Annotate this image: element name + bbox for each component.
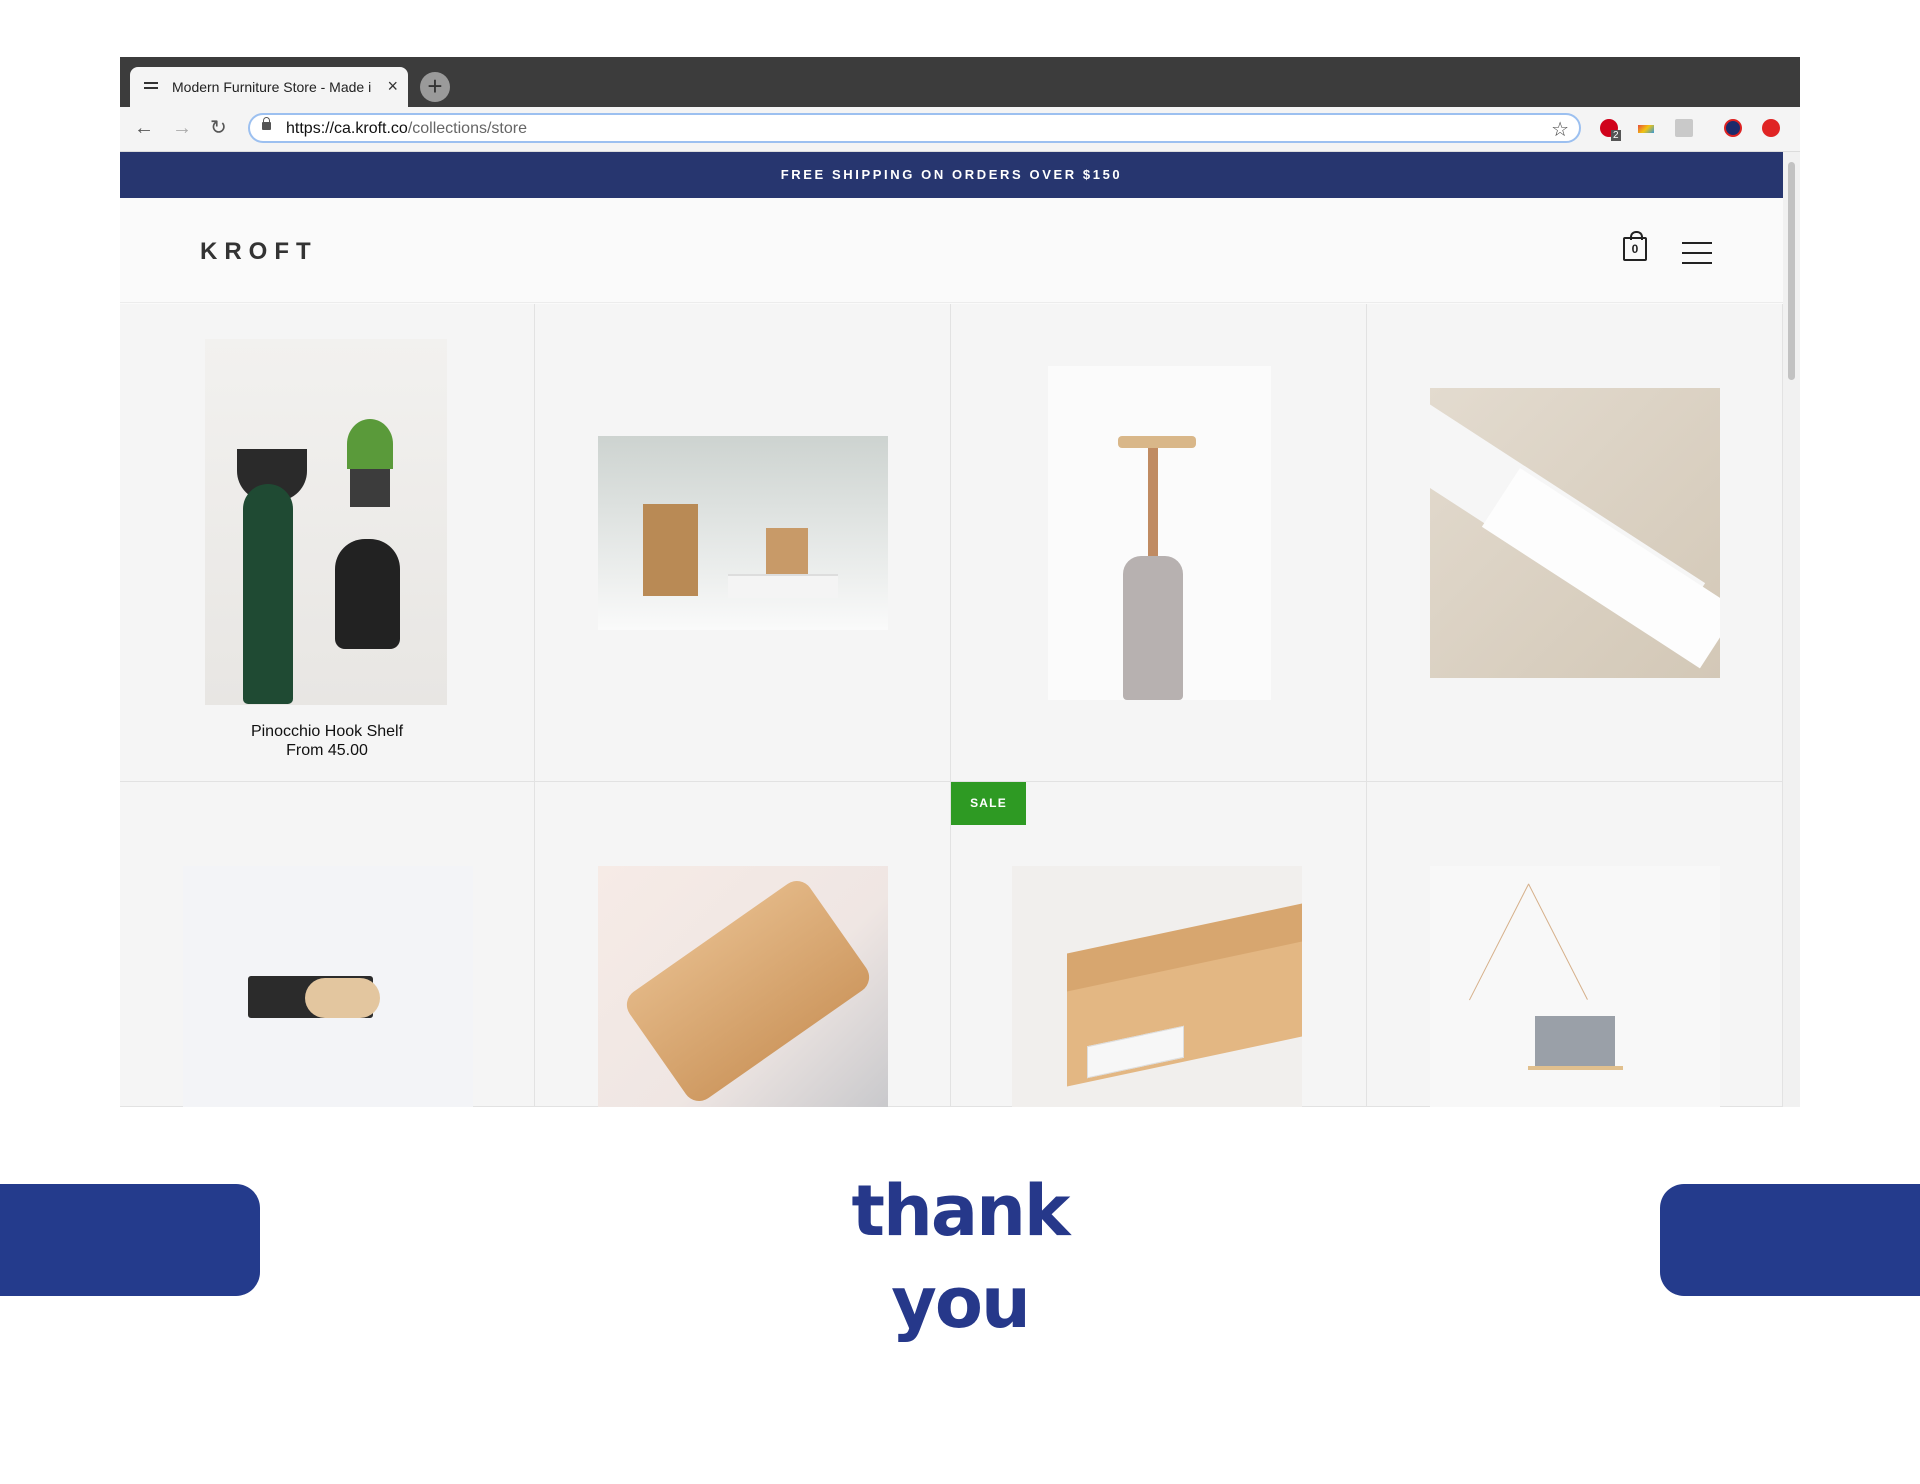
extension-upload-icon[interactable]: [1762, 119, 1780, 137]
product-price: From 45.00: [286, 742, 368, 759]
url-text: https://ca.kroft.co/collections/store: [286, 120, 527, 137]
product-card[interactable]: [1367, 304, 1783, 782]
cart-icon[interactable]: 0: [1623, 231, 1647, 261]
extension-avatar-icon[interactable]: [1724, 119, 1742, 137]
menu-icon[interactable]: [1682, 242, 1712, 264]
site-logo[interactable]: KROFT: [200, 238, 318, 266]
browser-tab[interactable]: Modern Furniture Store - Made in Canada …: [130, 67, 408, 107]
product-image-bookends[interactable]: [598, 436, 888, 630]
product-card[interactable]: [1367, 782, 1783, 1107]
page-scrollbar[interactable]: [1783, 152, 1800, 1107]
address-bar[interactable]: https://ca.kroft.co/collections/store ☆: [248, 113, 1581, 143]
forward-icon[interactable]: →: [172, 117, 192, 139]
thank-you-text: thank you: [0, 1165, 1920, 1349]
menu-icon: [144, 82, 158, 92]
product-card[interactable]: [535, 782, 951, 1107]
product-card[interactable]: [120, 782, 535, 1107]
bookmark-star-icon[interactable]: ☆: [1551, 117, 1569, 142]
back-icon[interactable]: ←: [134, 117, 154, 139]
extension-badge: 2: [1611, 130, 1621, 141]
new-tab-button[interactable]: +: [420, 72, 450, 102]
product-card[interactable]: [535, 304, 951, 782]
product-grid: Pinocchio Hook Shelf From 45.00 SALE: [120, 304, 1783, 1107]
browser-window: Modern Furniture Store - Made in Canada …: [120, 57, 1800, 1107]
product-image-white-shelves[interactable]: [1430, 388, 1720, 678]
cart-count: 0: [1631, 242, 1639, 256]
product-name[interactable]: Pinocchio Hook Shelf: [120, 722, 534, 741]
product-card[interactable]: Pinocchio Hook Shelf From 45.00: [120, 304, 535, 782]
thank-you-line-1: thank: [851, 1170, 1071, 1252]
tab-title: Modern Furniture Store - Made in Canada: [172, 79, 372, 95]
product-image-hook-shelf[interactable]: [205, 339, 447, 705]
scrollbar-thumb[interactable]: [1788, 162, 1795, 380]
product-image-black-tray[interactable]: [183, 866, 473, 1107]
product-image-wood-board[interactable]: [598, 866, 888, 1107]
sale-badge: SALE: [951, 782, 1026, 825]
facebook-icon[interactable]: [1675, 119, 1693, 137]
product-image-apron-hook[interactable]: [1048, 366, 1271, 700]
close-icon[interactable]: ×: [387, 76, 398, 97]
browser-toolbar: ← → ↻ https://ca.kroft.co/collections/st…: [120, 107, 1800, 152]
reload-icon[interactable]: ↻: [210, 117, 227, 139]
product-card[interactable]: [951, 304, 1367, 782]
tab-strip: Modern Furniture Store - Made in Canada …: [120, 57, 1800, 107]
product-image-oak-ledge[interactable]: [1012, 866, 1302, 1107]
product-card[interactable]: SALE: [951, 782, 1367, 1107]
site-header: KROFT 0: [120, 198, 1783, 303]
extension-rainbow-icon[interactable]: [1638, 125, 1654, 133]
thank-you-line-2: you: [891, 1262, 1031, 1344]
lock-icon: [262, 117, 271, 130]
page-viewport: FREE SHIPPING ON ORDERS OVER $150 KROFT …: [120, 152, 1783, 1107]
announcement-bar: FREE SHIPPING ON ORDERS OVER $150: [120, 152, 1783, 198]
product-image-hanging-magazine-rack[interactable]: [1430, 866, 1720, 1107]
